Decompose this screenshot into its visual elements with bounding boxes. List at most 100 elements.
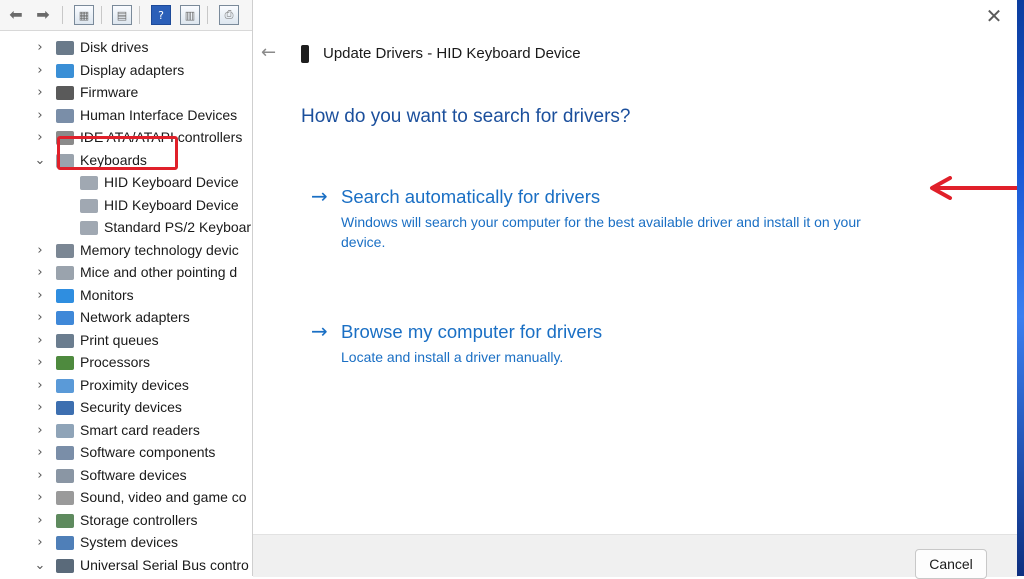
tree-item-label: Security devices bbox=[80, 399, 182, 415]
tree-category-item[interactable]: › Network adapters bbox=[0, 307, 252, 329]
tree-category-item[interactable]: › Security devices bbox=[0, 397, 252, 419]
forward-arrow-icon[interactable]: ➡ bbox=[33, 4, 53, 24]
option-description: Locate and install a driver manually. bbox=[341, 349, 564, 365]
device-manager-pane: ⬅ ➡ ▦ ▤ ? ▥ ⎙ › Disk drives › Display adapt… bbox=[0, 0, 252, 576]
disk-drive-icon bbox=[56, 41, 74, 55]
chevron-right-icon[interactable]: › bbox=[34, 378, 46, 393]
software-device-icon bbox=[56, 468, 74, 483]
tree-item-label: HID Keyboard Device bbox=[104, 174, 239, 190]
chevron-right-icon[interactable]: › bbox=[34, 243, 46, 258]
device-icon bbox=[301, 45, 309, 63]
close-icon[interactable]: ✕ bbox=[982, 4, 1006, 28]
keyboard-icon bbox=[80, 221, 98, 235]
tree-category-item[interactable]: › Software devices bbox=[0, 465, 252, 487]
toolbar-separator bbox=[207, 6, 208, 24]
tree-item-label: Processors bbox=[80, 354, 151, 370]
tree-item-label: Display adapters bbox=[80, 61, 185, 78]
chevron-right-icon[interactable]: › bbox=[34, 130, 46, 145]
chevron-right-icon[interactable]: › bbox=[34, 310, 46, 325]
tree-item-label: Disk drives bbox=[80, 39, 149, 55]
network-adapter-icon bbox=[56, 311, 74, 325]
option-title[interactable]: Search automatically for drivers bbox=[341, 186, 600, 208]
properties-icon[interactable]: ▤ bbox=[112, 5, 132, 25]
tree-item-label: System devices bbox=[80, 534, 179, 550]
tree-category-item[interactable]: › Processors bbox=[0, 352, 252, 374]
monitor-icon bbox=[56, 288, 74, 303]
toolbar-separator bbox=[101, 6, 102, 24]
option-title[interactable]: Browse my computer for drivers bbox=[341, 321, 602, 343]
chevron-down-icon[interactable]: ⌄ bbox=[34, 153, 46, 168]
tree-child-item[interactable]: HID Keyboard Device bbox=[0, 195, 252, 217]
tree-category-item[interactable]: › Monitors bbox=[0, 285, 252, 307]
smart-card-icon bbox=[56, 423, 74, 438]
chevron-right-icon[interactable]: › bbox=[34, 355, 46, 370]
keyboard-icon bbox=[80, 198, 98, 213]
chevron-right-icon[interactable]: › bbox=[34, 40, 46, 55]
chevron-right-icon[interactable]: › bbox=[34, 535, 46, 550]
tree-item-label: Universal Serial Bus contro bbox=[80, 556, 249, 573]
device-manager-toolbar: ⬅ ➡ ▦ ▤ ? ▥ ⎙ bbox=[0, 0, 252, 31]
chevron-right-icon[interactable]: › bbox=[34, 490, 46, 505]
tree-category-item[interactable]: ⌄ Universal Serial Bus contro bbox=[0, 555, 252, 577]
processor-icon bbox=[56, 356, 74, 370]
tree-category-item[interactable]: › Sound, video and game co bbox=[0, 487, 252, 509]
chevron-right-icon[interactable]: › bbox=[34, 85, 46, 100]
tree-item-label: HID Keyboard Device bbox=[104, 196, 239, 213]
chevron-right-icon[interactable]: › bbox=[34, 513, 46, 528]
tree-category-item[interactable]: › System devices bbox=[0, 532, 252, 554]
tree-category-item[interactable]: › Software components bbox=[0, 442, 252, 464]
chevron-right-icon[interactable]: › bbox=[34, 63, 46, 78]
chevron-down-icon[interactable]: ⌄ bbox=[34, 558, 46, 573]
back-arrow-icon[interactable]: ⬅ bbox=[6, 4, 26, 24]
tree-category-item[interactable]: › Smart card readers bbox=[0, 420, 252, 442]
cancel-button[interactable]: Cancel bbox=[915, 549, 987, 579]
tree-category-item[interactable]: › Memory technology devic bbox=[0, 240, 252, 262]
chevron-right-icon[interactable]: › bbox=[34, 333, 46, 348]
display-adapter-icon bbox=[56, 63, 74, 78]
chevron-right-icon[interactable]: › bbox=[34, 288, 46, 303]
system-device-icon bbox=[56, 536, 74, 550]
tree-item-label: Smart card readers bbox=[80, 421, 200, 438]
toolbar-separator bbox=[139, 6, 140, 24]
tree-item-label: Human Interface Devices bbox=[80, 106, 238, 123]
tree-category-item[interactable]: › Disk drives bbox=[0, 37, 252, 59]
tree-category-item[interactable]: › Human Interface Devices bbox=[0, 105, 252, 127]
chevron-right-icon[interactable]: › bbox=[34, 400, 46, 415]
chevron-right-icon[interactable]: › bbox=[34, 468, 46, 483]
keyboard-icon bbox=[80, 176, 98, 190]
chevron-right-icon[interactable]: › bbox=[34, 445, 46, 460]
tree-item-label: Standard PS/2 Keyboar bbox=[104, 219, 252, 235]
chevron-right-icon[interactable]: › bbox=[34, 423, 46, 438]
tree-category-item[interactable]: › Display adapters bbox=[0, 60, 252, 82]
dialog-title: Update Drivers - HID Keyboard Device bbox=[323, 45, 581, 62]
dialog-question: How do you want to search for drivers? bbox=[301, 106, 631, 127]
action-pane-icon[interactable]: ▥ bbox=[180, 5, 200, 25]
tree-category-item[interactable]: › Firmware bbox=[0, 82, 252, 104]
tree-category-item[interactable]: › Print queues bbox=[0, 330, 252, 352]
proximity-icon bbox=[56, 378, 74, 393]
scan-hardware-icon[interactable]: ⎙ bbox=[219, 5, 239, 25]
console-tree-icon[interactable]: ▦ bbox=[74, 5, 94, 25]
tree-category-item[interactable]: › Mice and other pointing d bbox=[0, 262, 252, 284]
tree-child-item[interactable]: Standard PS/2 Keyboar bbox=[0, 217, 252, 239]
back-arrow-icon[interactable]: ← bbox=[261, 42, 276, 63]
usb-icon bbox=[56, 558, 74, 573]
tree-child-item[interactable]: HID Keyboard Device bbox=[0, 172, 252, 194]
chevron-right-icon[interactable]: › bbox=[34, 265, 46, 280]
tree-item-label: Network adapters bbox=[80, 309, 190, 325]
tree-item-label: Monitors bbox=[80, 286, 134, 303]
chevron-right-icon[interactable]: › bbox=[34, 108, 46, 123]
tree-category-item[interactable]: › Storage controllers bbox=[0, 510, 252, 532]
tree-item-label: Memory technology devic bbox=[80, 241, 239, 258]
arrow-right-icon: → bbox=[311, 184, 328, 208]
tree-category-item[interactable]: › Proximity devices bbox=[0, 375, 252, 397]
tree-item-label: Firmware bbox=[80, 84, 139, 100]
storage-controller-icon bbox=[56, 513, 74, 528]
annotation-highlight-box bbox=[57, 136, 178, 170]
annotation-arrow bbox=[930, 176, 1024, 200]
arrow-right-icon: → bbox=[311, 319, 328, 343]
security-icon bbox=[56, 401, 74, 415]
help-icon[interactable]: ? bbox=[151, 5, 171, 25]
option-description: Windows will search your computer for th… bbox=[341, 214, 861, 250]
mouse-icon bbox=[56, 266, 74, 280]
